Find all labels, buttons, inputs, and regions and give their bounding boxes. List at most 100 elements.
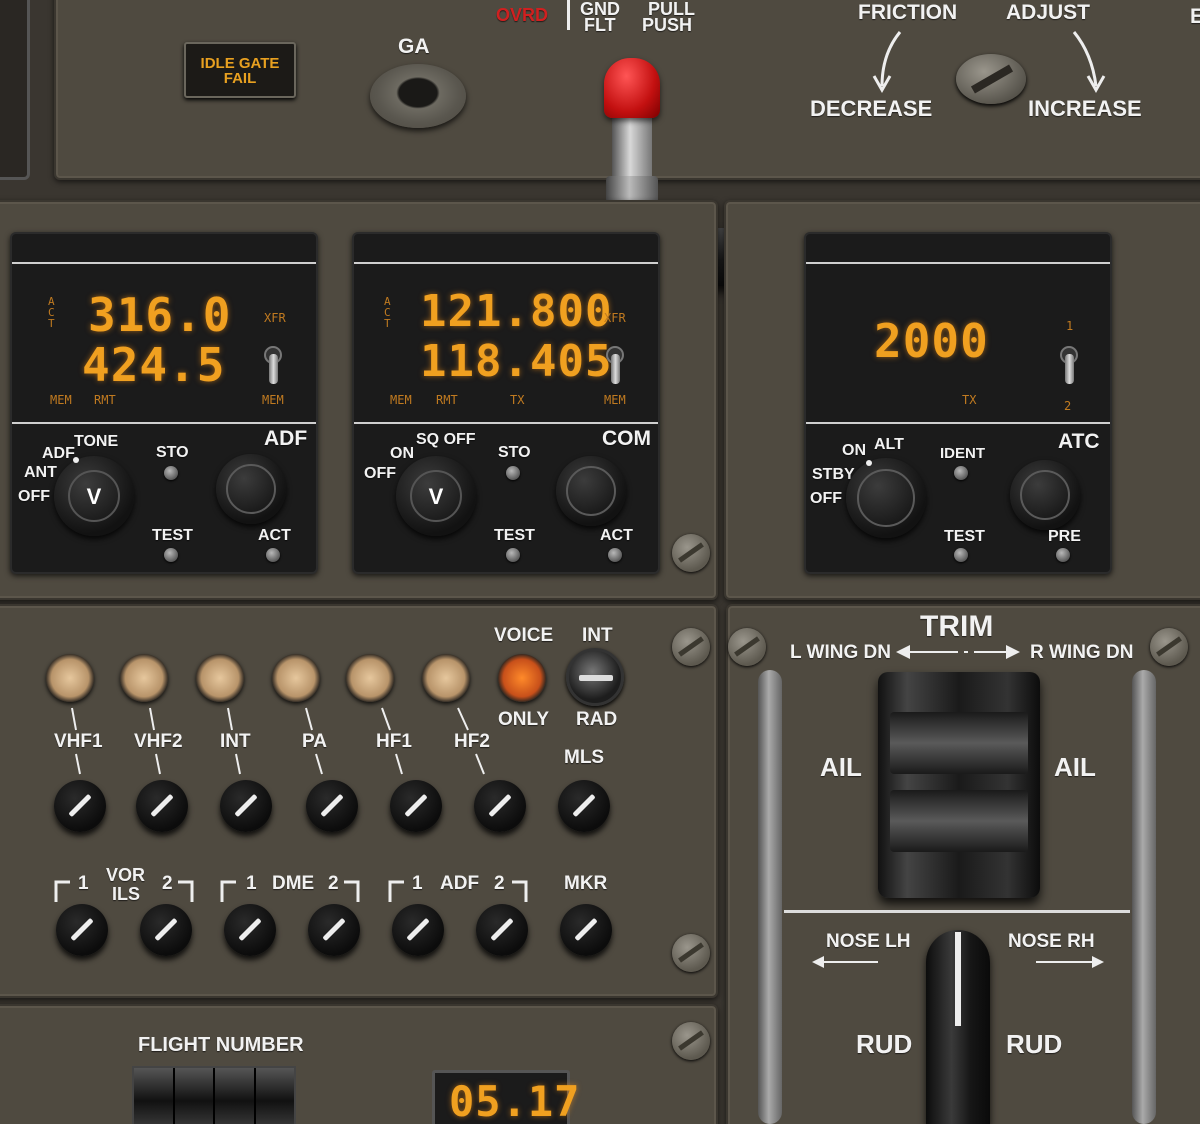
atc-on-label: ON	[842, 442, 866, 459]
com-xfr-toggle[interactable]	[606, 346, 624, 386]
screw-icon	[672, 534, 710, 572]
adf-rmt: RMT	[94, 393, 116, 407]
atc-ident-button[interactable]	[954, 466, 968, 480]
mic-label-vhf2: VHF2	[134, 731, 183, 752]
mls-label: MLS	[564, 747, 605, 768]
ga-label: GA	[398, 35, 430, 58]
rudder-trim-knob[interactable]	[926, 930, 990, 1124]
com-tune-knob[interactable]	[556, 456, 626, 526]
rud-left-label: RUD	[856, 1029, 913, 1059]
nav-knob-dme1[interactable]	[224, 904, 276, 956]
trim-title: TRIM	[920, 610, 994, 643]
nav-knob-adf2[interactable]	[476, 904, 528, 956]
adf-xfr-toggle[interactable]	[264, 346, 282, 386]
vor-2-label: 2	[162, 873, 173, 894]
adf-nav-label: ADF	[440, 873, 480, 894]
receiver-knob-pa[interactable]	[306, 780, 358, 832]
clock-display: 05.17	[432, 1070, 579, 1124]
atc-squawk-code: 2000	[874, 314, 989, 368]
atc-mode-knob[interactable]	[846, 458, 926, 538]
friction-label: FRICTION	[858, 1, 958, 24]
adf-mode-knob[interactable]: V	[54, 456, 134, 536]
nose-lh-label: NOSE LH	[826, 931, 911, 952]
receiver-knob-int[interactable]	[220, 780, 272, 832]
receiver-knob-mls[interactable]	[558, 780, 610, 832]
adf-test-button[interactable]	[164, 548, 178, 562]
receiver-knob-hf1[interactable]	[390, 780, 442, 832]
nav-knob-vor1[interactable]	[56, 904, 108, 956]
adf-standby-freq: 424.5	[82, 338, 226, 392]
receiver-knob-hf2[interactable]	[474, 780, 526, 832]
flt-label: FLT	[584, 15, 616, 35]
screw-icon	[672, 1022, 710, 1060]
aileron-trim-switch[interactable]	[878, 672, 1040, 898]
adf-active-freq: 316.0	[88, 288, 232, 342]
int-rad-switch[interactable]	[566, 648, 624, 706]
atc-pos1: 1	[1066, 319, 1074, 333]
com-mode-knob[interactable]: V	[396, 456, 476, 536]
adf-off-label: OFF	[18, 488, 50, 505]
adf-1-label: 1	[412, 873, 423, 894]
ga-switch[interactable]	[370, 64, 466, 128]
com-rmt: RMT	[436, 393, 458, 407]
rud-right-label: RUD	[1006, 1029, 1063, 1059]
adf-mem-right: MEM	[262, 393, 284, 407]
atc-test-label: TEST	[944, 528, 985, 545]
mic-select-hf2-lamp[interactable]	[422, 654, 470, 702]
receiver-knob-vhf1[interactable]	[54, 780, 106, 832]
adf-2-label: 2	[494, 873, 505, 894]
adf-test-label: TEST	[152, 527, 193, 544]
vor-1-label: 1	[78, 873, 89, 894]
adf-knob-pointer	[73, 457, 79, 463]
flight-number-thumbwheels[interactable]	[132, 1066, 296, 1124]
adf-act-tag: A C T	[48, 295, 55, 330]
adf-act-button[interactable]	[266, 548, 280, 562]
mic-select-hf1-lamp[interactable]	[346, 654, 394, 702]
com-test-button[interactable]	[506, 548, 520, 562]
lever-red-knob[interactable]	[604, 58, 660, 118]
r-wing-dn-label: R WING DN	[1030, 642, 1134, 663]
mic-select-vhf2-lamp[interactable]	[120, 654, 168, 702]
nav-knob-vor2[interactable]	[140, 904, 192, 956]
receiver-knob-vhf2[interactable]	[136, 780, 188, 832]
adf-sto-label: STO	[156, 444, 189, 461]
nav-knob-mkr[interactable]	[560, 904, 612, 956]
adf-sto-button[interactable]	[164, 466, 178, 480]
com-xfr-label: XFR	[604, 311, 626, 325]
com-mem-right: MEM	[604, 393, 626, 407]
atc-pre-button[interactable]	[1056, 548, 1070, 562]
voice-only-lamp[interactable]	[498, 654, 546, 702]
com-sto-button[interactable]	[506, 466, 520, 480]
atc-knob-pointer	[866, 460, 872, 466]
edge-label: E	[1190, 5, 1200, 28]
nose-rh-label: NOSE RH	[1008, 931, 1095, 952]
ovrd-label: OVRD	[496, 5, 549, 25]
left-edge-frame	[0, 0, 30, 180]
friction-adjust-knob[interactable]	[956, 54, 1026, 104]
nav-knob-adf1[interactable]	[392, 904, 444, 956]
nav-knob-dme2[interactable]	[308, 904, 360, 956]
atc-pos2: 2	[1064, 399, 1072, 413]
mic-select-vhf1-lamp[interactable]	[46, 654, 94, 702]
screw-icon	[672, 628, 710, 666]
adf-tune-knob[interactable]	[216, 454, 286, 524]
adf-tone-label: TONE	[74, 433, 119, 450]
mic-select-pa-lamp[interactable]	[272, 654, 320, 702]
atc-alt-label: ALT	[874, 436, 904, 453]
ail-left-label: AIL	[820, 752, 862, 782]
atc-test-button[interactable]	[954, 548, 968, 562]
push-label: PUSH	[642, 15, 693, 35]
adf-xfr-label: XFR	[264, 311, 286, 325]
l-wing-dn-label: L WING DN	[790, 642, 891, 663]
com-act-label: ACT	[600, 527, 633, 544]
com-off-label: OFF	[364, 465, 396, 482]
com-act-button[interactable]	[608, 548, 622, 562]
adf-mode-knob-letter: V	[86, 484, 102, 509]
mic-label-hf2: HF2	[454, 731, 490, 752]
mkr-label: MKR	[564, 873, 608, 894]
atc-xpdr-select-toggle[interactable]	[1060, 346, 1078, 386]
mic-select-int-lamp[interactable]	[196, 654, 244, 702]
adf-adf-label: ADF	[42, 445, 75, 462]
atc-code-knob[interactable]	[1010, 460, 1080, 530]
dme-2-label: 2	[328, 873, 339, 894]
